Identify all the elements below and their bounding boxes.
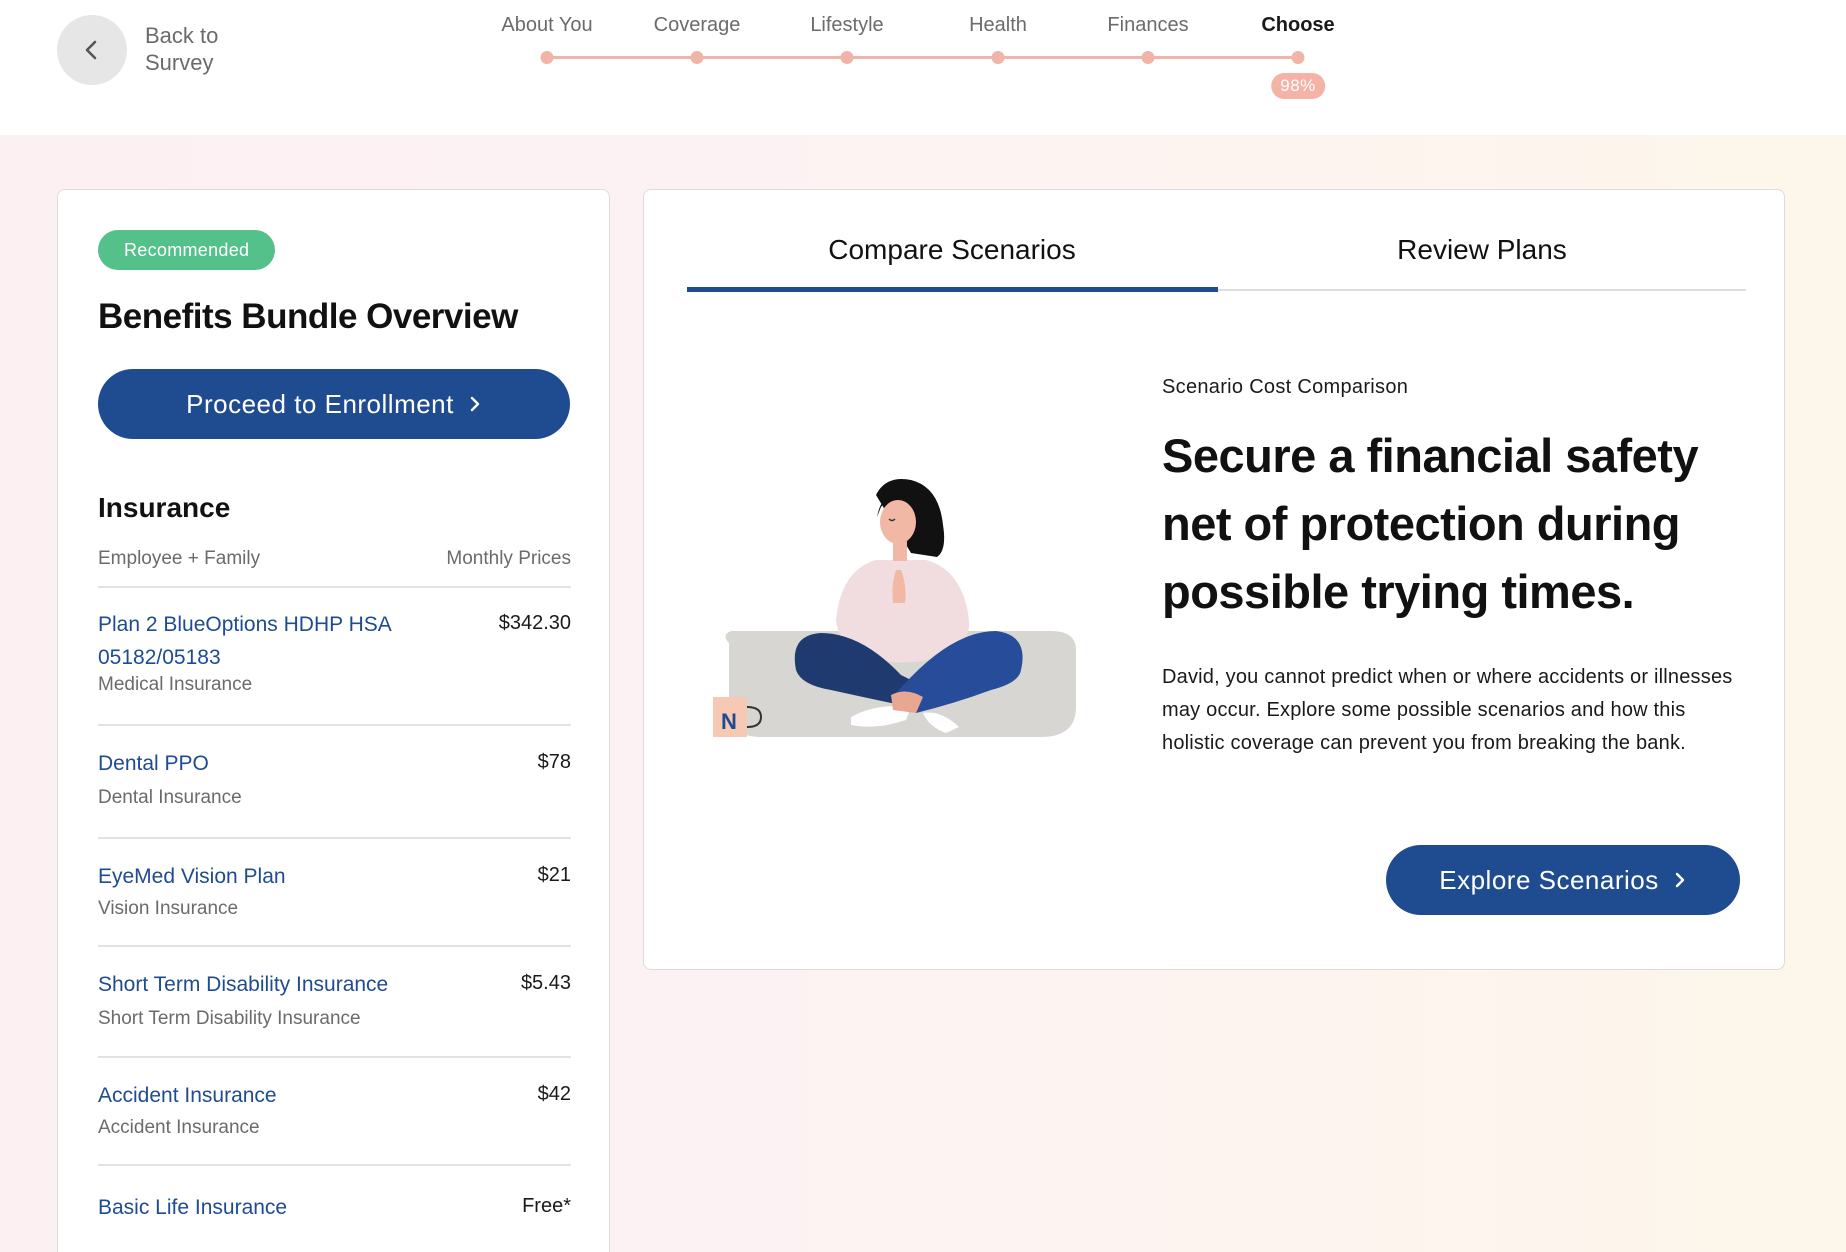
meditating-woman-illustration: N [713, 479, 1076, 737]
scenarios-card: Compare Scenarios Review Plans N Scenari… [643, 189, 1785, 970]
step-lifestyle[interactable]: Lifestyle [810, 14, 883, 37]
step-about-you[interactable]: About You [501, 14, 592, 37]
divider [98, 1056, 571, 1058]
divider [98, 945, 571, 947]
plan-type-medical: Medical Insurance [98, 674, 253, 695]
step-finances[interactable]: Finances [1107, 14, 1188, 37]
step-dot-lifestyle [840, 51, 854, 64]
divider [98, 586, 571, 588]
mug-letter: N [721, 709, 737, 734]
plan-type-vision: Vision Insurance [98, 898, 239, 919]
scenario-tabs: Compare Scenarios Review Plans [687, 190, 1746, 292]
step-dot-finances [1141, 51, 1155, 64]
coverage-tier-label: Employee + Family [98, 548, 261, 569]
explore-scenarios-button[interactable]: Explore Scenarios [1386, 845, 1740, 915]
scenario-headline: Secure a financial safety net of protect… [1162, 429, 1699, 618]
proceed-to-enrollment-button[interactable]: Proceed to Enrollment [98, 369, 570, 439]
benefits-bundle-card: Recommended Benefits Bundle Overview Pro… [57, 189, 610, 1252]
plan-type-accident: Accident Insurance [98, 1117, 260, 1138]
step-choose[interactable]: Choose [1261, 14, 1334, 37]
face-shape [880, 500, 916, 544]
back-to-survey-button[interactable] [57, 15, 127, 85]
insurance-heading: Insurance [98, 492, 231, 523]
back-to-survey-label[interactable]: Back to Survey [145, 22, 255, 76]
plan-type-dental: Dental Insurance [98, 787, 242, 808]
tab-review-plans[interactable]: Review Plans [1217, 190, 1747, 290]
step-dot-choose [1291, 51, 1305, 64]
plan-name-vision[interactable]: EyeMed Vision Plan [98, 860, 428, 893]
chevron-right-icon [470, 396, 480, 412]
top-header: Back to Survey About You Coverage Lifest… [0, 0, 1846, 135]
divider [98, 1164, 571, 1166]
monthly-prices-label: Monthly Prices [446, 548, 571, 569]
plan-price-short-term-disability: $5.43 [520, 972, 571, 994]
proceed-button-label: Proceed to Enrollment [186, 388, 454, 419]
plan-price-medical: $342.30 [498, 612, 571, 634]
divider [98, 837, 571, 839]
stepper-track [547, 56, 1298, 59]
tab-compare-scenarios[interactable]: Compare Scenarios [687, 190, 1217, 290]
step-dot-health [991, 51, 1005, 64]
plan-name-medical[interactable]: Plan 2 BlueOptions HDHP HSA 05182/05183 [98, 608, 428, 674]
plan-price-vision: $21 [537, 864, 571, 886]
neck-shape [893, 541, 907, 561]
plan-price-basic-life: Free* [522, 1195, 571, 1217]
scenario-eyebrow: Scenario Cost Comparison [1162, 376, 1409, 398]
step-dot-coverage [690, 51, 704, 64]
bundle-title: Benefits Bundle Overview [98, 297, 518, 336]
active-tab-indicator [687, 287, 1218, 292]
progress-stepper: About You Coverage Lifestyle Health Fina… [480, 0, 1380, 110]
plan-price-dental: $78 [537, 751, 571, 773]
step-dot-about-you [540, 51, 554, 64]
step-health[interactable]: Health [969, 14, 1027, 37]
plan-price-accident: $42 [537, 1083, 571, 1105]
chevron-left-icon [85, 40, 97, 60]
progress-percent-badge: 98% [1271, 73, 1325, 99]
divider [98, 724, 571, 726]
plan-name-short-term-disability[interactable]: Short Term Disability Insurance [98, 968, 428, 1001]
plan-name-basic-life[interactable]: Basic Life Insurance [98, 1191, 428, 1224]
chevron-right-icon [1675, 872, 1684, 888]
plan-type-short-term-disability: Short Term Disability Insurance [98, 1008, 361, 1029]
step-coverage[interactable]: Coverage [654, 14, 741, 37]
explore-button-label: Explore Scenarios [1439, 864, 1659, 895]
plan-name-dental[interactable]: Dental PPO [98, 747, 428, 780]
plan-name-accident[interactable]: Accident Insurance [98, 1079, 428, 1112]
scenario-body-text: David, you cannot predict when or where … [1162, 666, 1733, 754]
recommended-badge: Recommended [98, 230, 276, 270]
